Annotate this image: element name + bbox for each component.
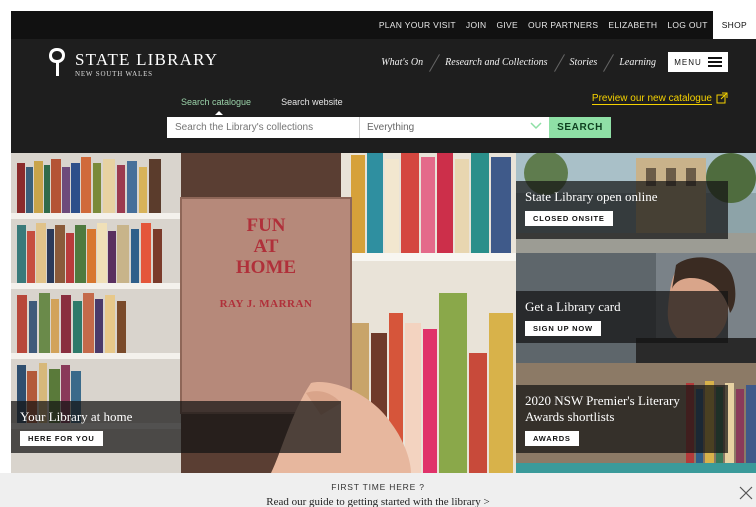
site-header: STATE LIBRARY NEW SOUTH WALES What's On … (11, 39, 756, 153)
feature-caption-2: Get a Library card SIGN UP NOW (516, 291, 728, 343)
getting-started-link[interactable]: Read our guide to getting started with t… (0, 496, 756, 507)
nav-research[interactable]: Research and Collections (445, 57, 547, 68)
awards-button[interactable]: AWARDS (525, 431, 579, 446)
feature-card-awards[interactable]: 2020 NSW Premier's Literary Awards short… (516, 363, 756, 473)
feature-title-3: 2020 NSW Premier's Literary Awards short… (525, 393, 680, 424)
search-tabs: Search catalogue Search website (181, 97, 343, 115)
logout-link[interactable]: LOG OUT (662, 20, 712, 30)
nav-divider (552, 53, 566, 71)
book-cover-title: FUN AT HOME (181, 215, 351, 278)
nav-whats-on[interactable]: What's On (381, 57, 423, 68)
feature-title-1: State Library open online (525, 189, 658, 204)
nav-stories[interactable]: Stories (570, 57, 598, 68)
hero-title: Your Library at home (20, 409, 133, 424)
feature-title-2: Get a Library card (525, 299, 621, 314)
feature-card-open-online[interactable]: State Library open online CLOSED ONSITE (516, 153, 756, 253)
give-link[interactable]: GIVE (491, 20, 523, 30)
feature-card-library-card[interactable]: Get a Library card SIGN UP NOW (516, 253, 756, 363)
partners-link[interactable]: OUR PARTNERS (523, 20, 603, 30)
hero-caption: Your Library at home HERE FOR YOU (11, 401, 341, 453)
account-link[interactable]: ELIZABETH (603, 20, 662, 30)
close-icon[interactable] (738, 485, 754, 501)
logo-subtitle: NEW SOUTH WALES (75, 70, 153, 78)
hamburger-icon (707, 57, 722, 67)
book-title-line-3: HOME (235, 257, 297, 278)
utility-bar: PLAN YOUR VISIT JOIN GIVE OUR PARTNERS E… (11, 11, 756, 39)
closed-onsite-button[interactable]: CLOSED ONSITE (525, 211, 613, 226)
nav-divider (601, 53, 615, 71)
tab-search-website[interactable]: Search website (281, 97, 343, 107)
hero-feature[interactable]: FUN AT HOME RAY J. MARRAN Your Library a… (11, 153, 516, 473)
menu-label: MENU (674, 57, 702, 67)
library-logo-icon (47, 46, 67, 80)
menu-button[interactable]: MENU (668, 52, 728, 72)
search-input[interactable] (167, 117, 359, 138)
book-title-line-2: AT (253, 236, 279, 257)
logo-text: STATE LIBRARY NEW SOUTH WALES (75, 46, 218, 79)
site-logo[interactable]: STATE LIBRARY NEW SOUTH WALES (47, 46, 218, 80)
first-time-banner: FIRST TIME HERE ? Read our guide to gett… (0, 473, 756, 507)
external-link-icon[interactable] (716, 91, 728, 104)
join-link[interactable]: JOIN (461, 20, 492, 30)
sign-up-now-button[interactable]: SIGN UP NOW (525, 321, 601, 336)
shop-link[interactable]: SHOP (712, 11, 756, 39)
preview-catalogue-link[interactable]: Preview our new catalogue (591, 93, 712, 105)
feature-caption-3: 2020 NSW Premier's Literary Awards short… (516, 385, 728, 453)
nav-learning[interactable]: Learning (619, 57, 656, 68)
logo-title: STATE LIBRARY (75, 50, 219, 69)
search-button[interactable]: SEARCH (549, 117, 611, 138)
search-scope-select[interactable]: Everything (359, 117, 549, 138)
tab-search-catalogue[interactable]: Search catalogue (181, 97, 251, 115)
chevron-down-icon (530, 122, 542, 133)
feature-caption-1: State Library open online CLOSED ONSITE (516, 181, 728, 239)
search-bar: Everything SEARCH (167, 117, 611, 138)
book-cover-author: RAY J. MARRAN (219, 298, 313, 310)
book-title-line-1: FUN (246, 215, 286, 236)
banner-heading: FIRST TIME HERE ? (331, 482, 425, 492)
main-nav: What's On Research and Collections Stori… (381, 51, 728, 73)
nav-divider (427, 53, 441, 71)
plan-visit-link[interactable]: PLAN YOUR VISIT (374, 20, 461, 30)
utility-nav: PLAN YOUR VISIT JOIN GIVE OUR PARTNERS E… (374, 11, 756, 39)
here-for-you-button[interactable]: HERE FOR YOU (20, 431, 103, 446)
scope-value: Everything (367, 122, 415, 133)
